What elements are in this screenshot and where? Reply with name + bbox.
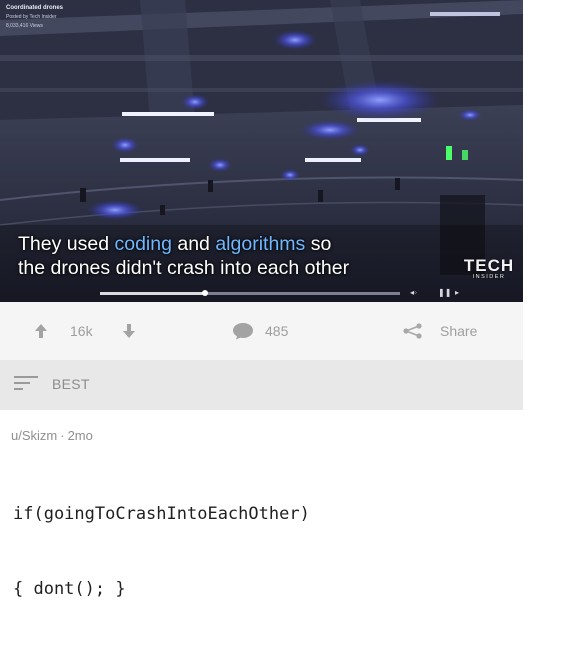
video-player[interactable]: Coordinated drones Posted by Tech Inside… [0,0,523,302]
caption-highlight-algorithms: algorithms [215,233,306,255]
comment-code-line-2: { dont(); } [13,579,126,599]
caption-line-2: the drones didn't crash into each other [18,257,350,279]
downvote-button[interactable] [122,322,136,340]
comment-sort-bar[interactable]: BEST [0,360,523,410]
video-progress-bar[interactable] [100,290,400,296]
caption-highlight-coding: coding [114,233,172,255]
video-author: Posted by Tech Insider [6,14,57,20]
comment-username[interactable]: u/Skizm [11,428,57,443]
video-metadata: Coordinated drones Posted by Tech Inside… [6,4,63,31]
sort-lines-icon [14,376,38,390]
sort-label: BEST [52,376,90,392]
meta-separator: · [60,428,65,443]
comment-body: if(goingToCrashIntoEachOther) { dont(); … [13,452,310,652]
upvote-button[interactable] [34,322,48,340]
arrow-down-icon [123,324,135,338]
share-label: Share [440,323,478,339]
comment-code-line-1: if(goingToCrashIntoEachOther) [13,504,310,524]
video-scrubber-handle[interactable] [202,290,208,296]
comments-button[interactable] [232,322,254,340]
video-caption: They used coding and algorithms so the d… [18,232,458,280]
video-title: Coordinated drones [6,5,64,11]
share-button[interactable]: Share [402,322,477,340]
comment-meta: u/Skizm · 2mo [11,428,93,443]
tech-insider-logo: TECH INSIDER [463,256,515,280]
arrow-up-icon [35,324,47,338]
video-views: 8,033,416 Views [6,23,43,29]
video-progress-fill [100,292,205,295]
settings-icon[interactable]: ▸ [455,288,459,297]
comment: u/Skizm · 2mo if(goingToCrashIntoEachOther… [0,410,523,599]
speech-bubble-icon [233,323,253,340]
caption-line-1: They used coding and algorithms so [18,233,332,255]
post-action-bar: 16k 485 Share [0,302,523,360]
pause-icon[interactable]: ❚❚ [438,288,451,297]
vote-score: 16k [70,323,93,339]
comment-count: 485 [265,323,289,339]
share-icon [403,323,422,339]
volume-icon[interactable]: ◂◦ [410,288,417,297]
comment-age: 2mo [67,428,93,443]
